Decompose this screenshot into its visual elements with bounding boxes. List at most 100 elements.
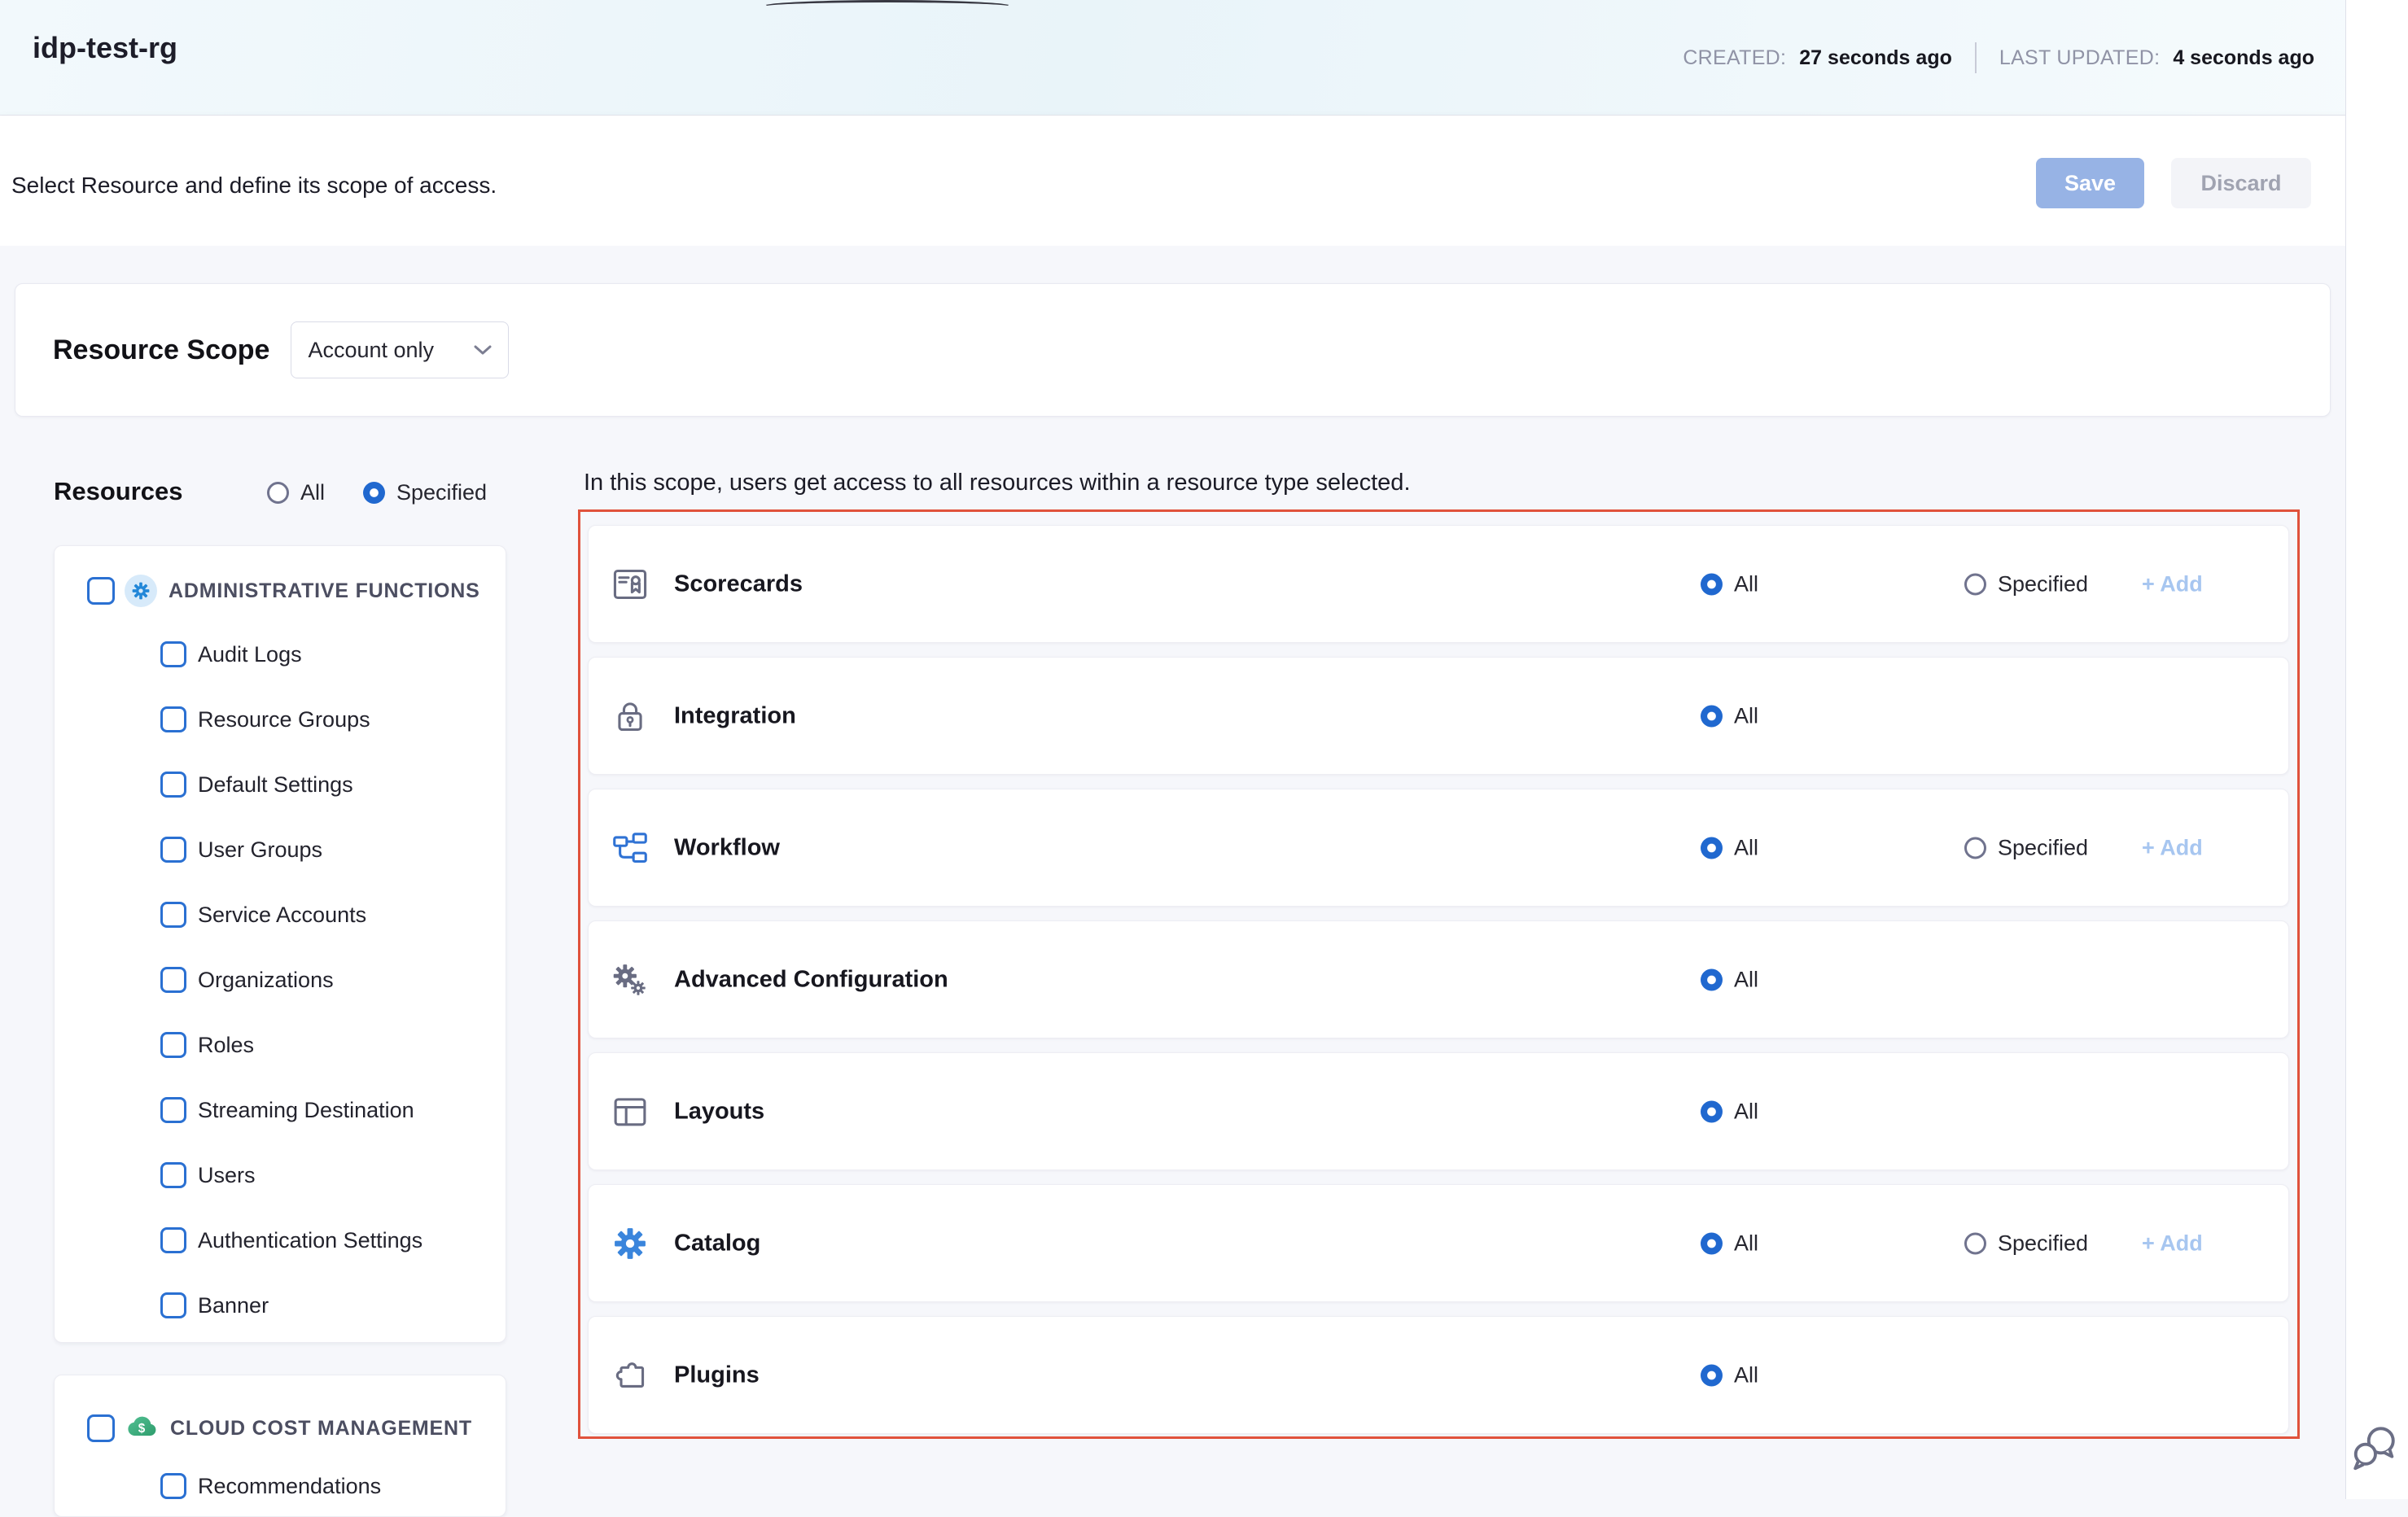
sidebar-item-default-settings[interactable]: Default Settings: [160, 772, 353, 798]
plugins-puzzle-icon: [612, 1357, 648, 1393]
specified-option[interactable]: Specified: [1964, 571, 2088, 597]
all-option[interactable]: All: [1701, 967, 1758, 992]
row-catalog: Catalog All Specified + Add: [588, 1184, 2289, 1302]
add-button[interactable]: + Add: [2142, 1231, 2203, 1256]
radio-selected-icon: [1701, 1232, 1723, 1254]
all-option[interactable]: All: [1701, 1362, 1758, 1388]
checkbox[interactable]: [160, 1292, 186, 1318]
checkbox[interactable]: [160, 1473, 186, 1499]
specified-option[interactable]: Specified: [1964, 835, 2088, 860]
toolbar-description: Select Resource and define its scope of …: [11, 173, 497, 199]
sidebar-item-banner[interactable]: Banner: [160, 1292, 269, 1318]
checkbox[interactable]: [160, 902, 186, 928]
last-updated-value: 4 seconds ago: [2173, 46, 2314, 70]
row-layouts: Layouts All: [588, 1052, 2289, 1170]
svg-text:$: $: [138, 1422, 146, 1436]
sidebar-item-roles[interactable]: Roles: [160, 1032, 254, 1058]
radio-unselected-icon: [1964, 1232, 1986, 1254]
all-option[interactable]: All: [1701, 1099, 1758, 1124]
page-title: idp-test-rg: [33, 31, 177, 65]
row-label: Scorecards: [674, 571, 803, 597]
resource-scope-dropdown[interactable]: Account only: [291, 321, 509, 378]
workflow-icon: [612, 830, 648, 866]
save-button[interactable]: Save: [2036, 158, 2144, 208]
sidebar-item-resource-groups[interactable]: Resource Groups: [160, 706, 370, 732]
radio-selected-icon: [1701, 1364, 1723, 1386]
radio-unselected-icon: [1964, 573, 1986, 595]
row-label: Advanced Configuration: [674, 966, 948, 993]
sidebar-section-administrative-functions[interactable]: ADMINISTRATIVE FUNCTIONS: [87, 575, 480, 607]
resources-specified-option[interactable]: Specified: [363, 480, 487, 505]
sidebar-section-cloud-cost-management[interactable]: $ CLOUD COST MANAGEMENT: [87, 1411, 472, 1445]
integration-lock-icon: [612, 698, 648, 734]
sidebar-item-users[interactable]: Users: [160, 1162, 256, 1188]
checkbox[interactable]: [160, 837, 186, 863]
sidebar-item-recommendations[interactable]: Recommendations: [160, 1473, 381, 1499]
radio-selected-icon: [1701, 837, 1723, 859]
sidebar-item-user-groups[interactable]: User Groups: [160, 837, 322, 863]
chat-icon[interactable]: [2349, 1423, 2400, 1473]
row-integration: Integration All: [588, 657, 2289, 775]
meta-divider: [1975, 42, 1977, 73]
all-option[interactable]: All: [1701, 703, 1758, 728]
row-plugins: Plugins All: [588, 1316, 2289, 1434]
row-advanced-configuration: Advanced Configuration All: [588, 920, 2289, 1038]
radio-selected-icon: [1701, 705, 1723, 727]
add-button[interactable]: + Add: [2142, 571, 2203, 597]
row-label: Layouts: [674, 1098, 764, 1125]
resources-list-card-2: $ CLOUD COST MANAGEMENT Recommendations: [54, 1375, 506, 1517]
page-header: idp-test-rg CREATED: 27 seconds ago LAST…: [0, 0, 2408, 116]
sidebar-item-authentication-settings[interactable]: Authentication Settings: [160, 1227, 422, 1253]
sidebar-item-audit-logs[interactable]: Audit Logs: [160, 641, 302, 667]
radio-selected-icon: [1701, 968, 1723, 990]
sidebar-item-streaming-destination[interactable]: Streaming Destination: [160, 1097, 414, 1123]
radio-unselected-icon: [1964, 837, 1986, 859]
sidebar-item-service-accounts[interactable]: Service Accounts: [160, 902, 366, 928]
all-option[interactable]: All: [1701, 571, 1758, 597]
resources-list-card: ADMINISTRATIVE FUNCTIONS Audit Logs Reso…: [54, 545, 506, 1343]
radio-selected-icon: [1701, 1100, 1723, 1122]
checkbox[interactable]: [160, 772, 186, 798]
checkbox[interactable]: [160, 1032, 186, 1058]
resources-header: Resources All Specified: [54, 475, 542, 511]
add-button[interactable]: + Add: [2142, 835, 2203, 860]
chevron-down-icon: [474, 344, 492, 356]
checkbox[interactable]: [160, 967, 186, 993]
header-meta: CREATED: 27 seconds ago LAST UPDATED: 4 …: [1683, 0, 2314, 116]
right-gutter: [2345, 0, 2408, 1499]
checkbox[interactable]: [160, 1162, 186, 1188]
specified-option[interactable]: Specified: [1964, 1231, 2088, 1256]
all-option[interactable]: All: [1701, 1231, 1758, 1256]
top-edge-artifact: [761, 0, 1014, 13]
layouts-icon: [612, 1094, 648, 1130]
checkbox[interactable]: [160, 706, 186, 732]
row-scorecards: Scorecards All Specified + Add: [588, 525, 2289, 643]
all-option[interactable]: All: [1701, 835, 1758, 860]
resources-title: Resources: [54, 477, 183, 506]
resource-scope-card: Resource Scope Account only: [15, 283, 2331, 417]
radio-unselected-icon: [267, 482, 289, 504]
scope-description: In this scope, users get access to all r…: [584, 470, 1411, 496]
checkbox[interactable]: [87, 577, 115, 605]
scorecards-icon: [612, 566, 648, 602]
row-label: Workflow: [674, 834, 780, 861]
checkbox[interactable]: [160, 1097, 186, 1123]
resources-all-option[interactable]: All: [267, 480, 325, 505]
resource-scope-title: Resource Scope: [53, 334, 269, 366]
advanced-configuration-gears-icon: [612, 962, 648, 998]
row-workflow: Workflow All Specified + Add: [588, 789, 2289, 907]
action-toolbar: Select Resource and define its scope of …: [0, 116, 2408, 246]
cloud-cost-icon: $: [125, 1411, 159, 1445]
row-label: Catalog: [674, 1230, 760, 1257]
checkbox[interactable]: [160, 641, 186, 667]
catalog-gear-icon: [612, 1226, 648, 1261]
checkbox[interactable]: [160, 1227, 186, 1253]
discard-button[interactable]: Discard: [2171, 158, 2311, 208]
radio-selected-icon: [363, 482, 385, 504]
checkbox[interactable]: [87, 1414, 115, 1442]
radio-selected-icon: [1701, 573, 1723, 595]
sidebar-item-organizations[interactable]: Organizations: [160, 967, 334, 993]
admin-gear-icon: [125, 575, 157, 607]
created-value: 27 seconds ago: [1799, 46, 1952, 70]
dropdown-selected-value: Account only: [308, 338, 434, 363]
